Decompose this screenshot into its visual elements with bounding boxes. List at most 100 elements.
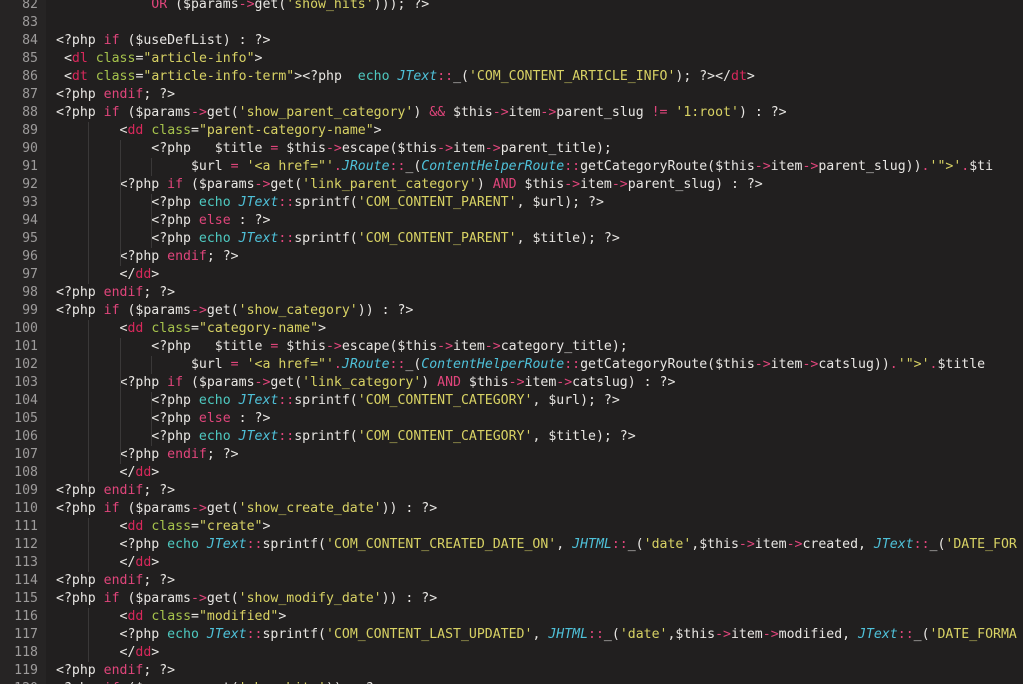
code-line[interactable]: 103 <?php if ($params->get('link_categor… (0, 374, 1023, 392)
code-line[interactable]: 84 <?php if ($useDefList) : ?> (0, 32, 1023, 50)
line-content[interactable]: <?php if ($params->get('link_category') … (56, 374, 676, 392)
code-token: . (333, 357, 342, 372)
code-line[interactable]: 88 <?php if ($params->get('show_parent_ca… (0, 104, 1023, 122)
code-line[interactable]: 97 </dd> (0, 266, 1023, 284)
line-content[interactable]: <?php $title = $this->escape($this->item… (56, 140, 612, 158)
code-line[interactable]: 90 <?php $title = $this->escape($this->i… (0, 140, 1023, 158)
code-line[interactable]: 117 <?php echo JText::sprintf('COM_CONTE… (0, 626, 1023, 644)
code-line[interactable]: 105 <?php else : ?> (0, 410, 1023, 428)
code-token: 'COM_CONTENT_PARENT' (357, 231, 517, 246)
code-token: <?php (56, 429, 199, 444)
code-token: <?php $title (56, 141, 271, 156)
code-line[interactable]: 106 <?php echo JText::sprintf('COM_CONTE… (0, 428, 1023, 446)
line-content[interactable]: $url = '<a href="'.JRoute::_(ContentHelp… (56, 158, 993, 176)
line-content[interactable]: <?php echo JText::sprintf('COM_CONTENT_P… (56, 194, 604, 212)
line-content[interactable]: <dd class="create"> (56, 518, 271, 536)
line-content[interactable]: <?php if ($params->get('show_parent_cate… (56, 104, 787, 122)
code-token: item (508, 105, 541, 120)
code-token: ; ?> (143, 483, 176, 498)
line-content[interactable]: <?php if ($useDefList) : ?> (56, 32, 270, 50)
code-line[interactable]: 104 <?php echo JText::sprintf('COM_CONTE… (0, 392, 1023, 410)
line-content[interactable]: <?php else : ?> (56, 212, 270, 230)
code-line[interactable]: 94 <?php else : ?> (0, 212, 1023, 230)
code-line[interactable]: 109 <?php endif; ?> (0, 482, 1023, 500)
code-line[interactable]: 95 <?php echo JText::sprintf('COM_CONTEN… (0, 230, 1023, 248)
code-token: item (453, 141, 485, 156)
code-token: -> (254, 177, 271, 192)
line-content[interactable]: </dd> (56, 464, 160, 482)
code-token: JText (238, 231, 279, 246)
line-content[interactable]: <?php if ($params->get('show_category'))… (56, 302, 413, 320)
code-line[interactable]: 99 <?php if ($params->get('show_category'… (0, 302, 1023, 320)
code-token: 'COM_CONTENT_CATEGORY' (357, 393, 533, 408)
line-content[interactable]: <?php if ($params->get('show_create_date… (56, 500, 437, 518)
code-line[interactable]: 83 (0, 14, 1023, 32)
code-line[interactable]: 100 <dd class="category-name"> (0, 320, 1023, 338)
code-line[interactable]: 98 <?php endif; ?> (0, 284, 1023, 302)
line-content[interactable]: </dd> (56, 644, 160, 662)
line-content[interactable]: <?php endif; ?> (56, 662, 175, 680)
code-line[interactable]: 101 <?php $title = $this->escape($this->… (0, 338, 1023, 356)
code-line[interactable]: 113 </dd> (0, 554, 1023, 572)
code-line[interactable]: 120 <?php if ($params->get('show_hits')) … (0, 680, 1023, 684)
code-token: :: (564, 159, 581, 174)
code-line[interactable]: 108 </dd> (0, 464, 1023, 482)
line-number: 89 (22, 123, 38, 138)
code-line[interactable]: 87 <?php endif; ?> (0, 86, 1023, 104)
line-content[interactable]: <?php if ($params->get('show_hits')) : ?… (56, 680, 382, 684)
code-line[interactable]: 82 OR ($params->get('show_hits'))); ?> (0, 0, 1023, 14)
line-content[interactable]: <?php endif; ?> (56, 572, 175, 590)
code-token: -> (508, 375, 525, 390)
line-content[interactable]: </dd> (56, 266, 160, 284)
line-content[interactable]: OR ($params->get('show_hits'))); ?> (56, 0, 429, 14)
code-line[interactable]: 91 $url = '<a href="'.JRoute::_(ContentH… (0, 158, 1023, 176)
code-line[interactable]: 118 </dd> (0, 644, 1023, 662)
line-content[interactable]: <?php endif; ?> (56, 446, 239, 464)
code-line[interactable]: 112 <?php echo JText::sprintf('COM_CONTE… (0, 536, 1023, 554)
code-line[interactable]: 96 <?php endif; ?> (0, 248, 1023, 266)
code-line[interactable]: 86 <dt class="article-info-term"><?php e… (0, 68, 1023, 86)
code-line[interactable]: 107 <?php endif; ?> (0, 446, 1023, 464)
line-content[interactable]: <?php endif; ?> (56, 86, 175, 104)
code-line[interactable]: 116 <dd class="modified"> (0, 608, 1023, 626)
code-line[interactable]: 89 <dd class="parent-category-name"> (0, 122, 1023, 140)
code-line[interactable]: 119 <?php endif; ?> (0, 662, 1023, 680)
code-editor[interactable]: 82 OR ($params->get('show_hits'))); ?> 83… (0, 0, 1023, 684)
line-content[interactable]: <?php if ($params->get('link_parent_cate… (56, 176, 763, 194)
line-content[interactable]: <?php else : ?> (56, 410, 270, 428)
code-line[interactable]: 85 <dl class="article-info"> (0, 50, 1023, 68)
line-content[interactable]: <?php endif; ?> (56, 482, 175, 500)
code-line[interactable]: 102 $url = '<a href="'.JRoute::_(Content… (0, 356, 1023, 374)
line-content[interactable]: <dd class="category-name"> (56, 320, 327, 338)
line-content[interactable]: <dl class="article-info"> (56, 50, 263, 68)
code-line[interactable]: 115 <?php if ($params->get('show_modify_d… (0, 590, 1023, 608)
line-content[interactable]: <dt class="article-info-term"><?php echo… (56, 68, 755, 86)
line-content[interactable]: $url = '<a href="'.JRoute::_(ContentHelp… (56, 356, 985, 374)
code-token: -> (564, 177, 581, 192)
line-content[interactable]: <?php echo JText::sprintf('COM_CONTENT_P… (56, 230, 620, 248)
code-line[interactable]: 111 <dd class="create"> (0, 518, 1023, 536)
code-token: :: (246, 537, 263, 552)
line-content[interactable]: <dd class="modified"> (56, 608, 287, 626)
line-content[interactable]: <dd class="parent-category-name"> (56, 122, 382, 140)
line-content[interactable]: <?php if ($params->get('show_modify_date… (56, 590, 437, 608)
code-line[interactable]: 93 <?php echo JText::sprintf('COM_CONTEN… (0, 194, 1023, 212)
code-token: ) (413, 105, 430, 120)
code-token: <?php (56, 33, 104, 48)
line-content[interactable]: <?php endif; ?> (56, 248, 239, 266)
code-line[interactable]: 92 <?php if ($params->get('link_parent_c… (0, 176, 1023, 194)
line-content[interactable]: <?php echo JText::sprintf('COM_CONTENT_C… (56, 428, 635, 446)
code-token: > (262, 519, 271, 534)
line-content[interactable]: <?php echo JText::sprintf('COM_CONTENT_C… (56, 392, 620, 410)
line-content[interactable]: </dd> (56, 554, 160, 572)
line-content[interactable]: <?php echo JText::sprintf('COM_CONTENT_C… (56, 536, 1017, 554)
line-content[interactable]: <?php echo JText::sprintf('COM_CONTENT_L… (56, 626, 1017, 644)
code-line[interactable]: 110 <?php if ($params->get('show_create_d… (0, 500, 1023, 518)
line-content[interactable]: <?php endif; ?> (56, 284, 175, 302)
line-content[interactable]: <?php $title = $this->escape($this->item… (56, 338, 627, 356)
code-line[interactable]: 114 <?php endif; ?> (0, 572, 1023, 590)
code-token: ($params (167, 0, 239, 12)
code-token: < (56, 519, 128, 534)
code-token: parent_title); (500, 141, 612, 156)
